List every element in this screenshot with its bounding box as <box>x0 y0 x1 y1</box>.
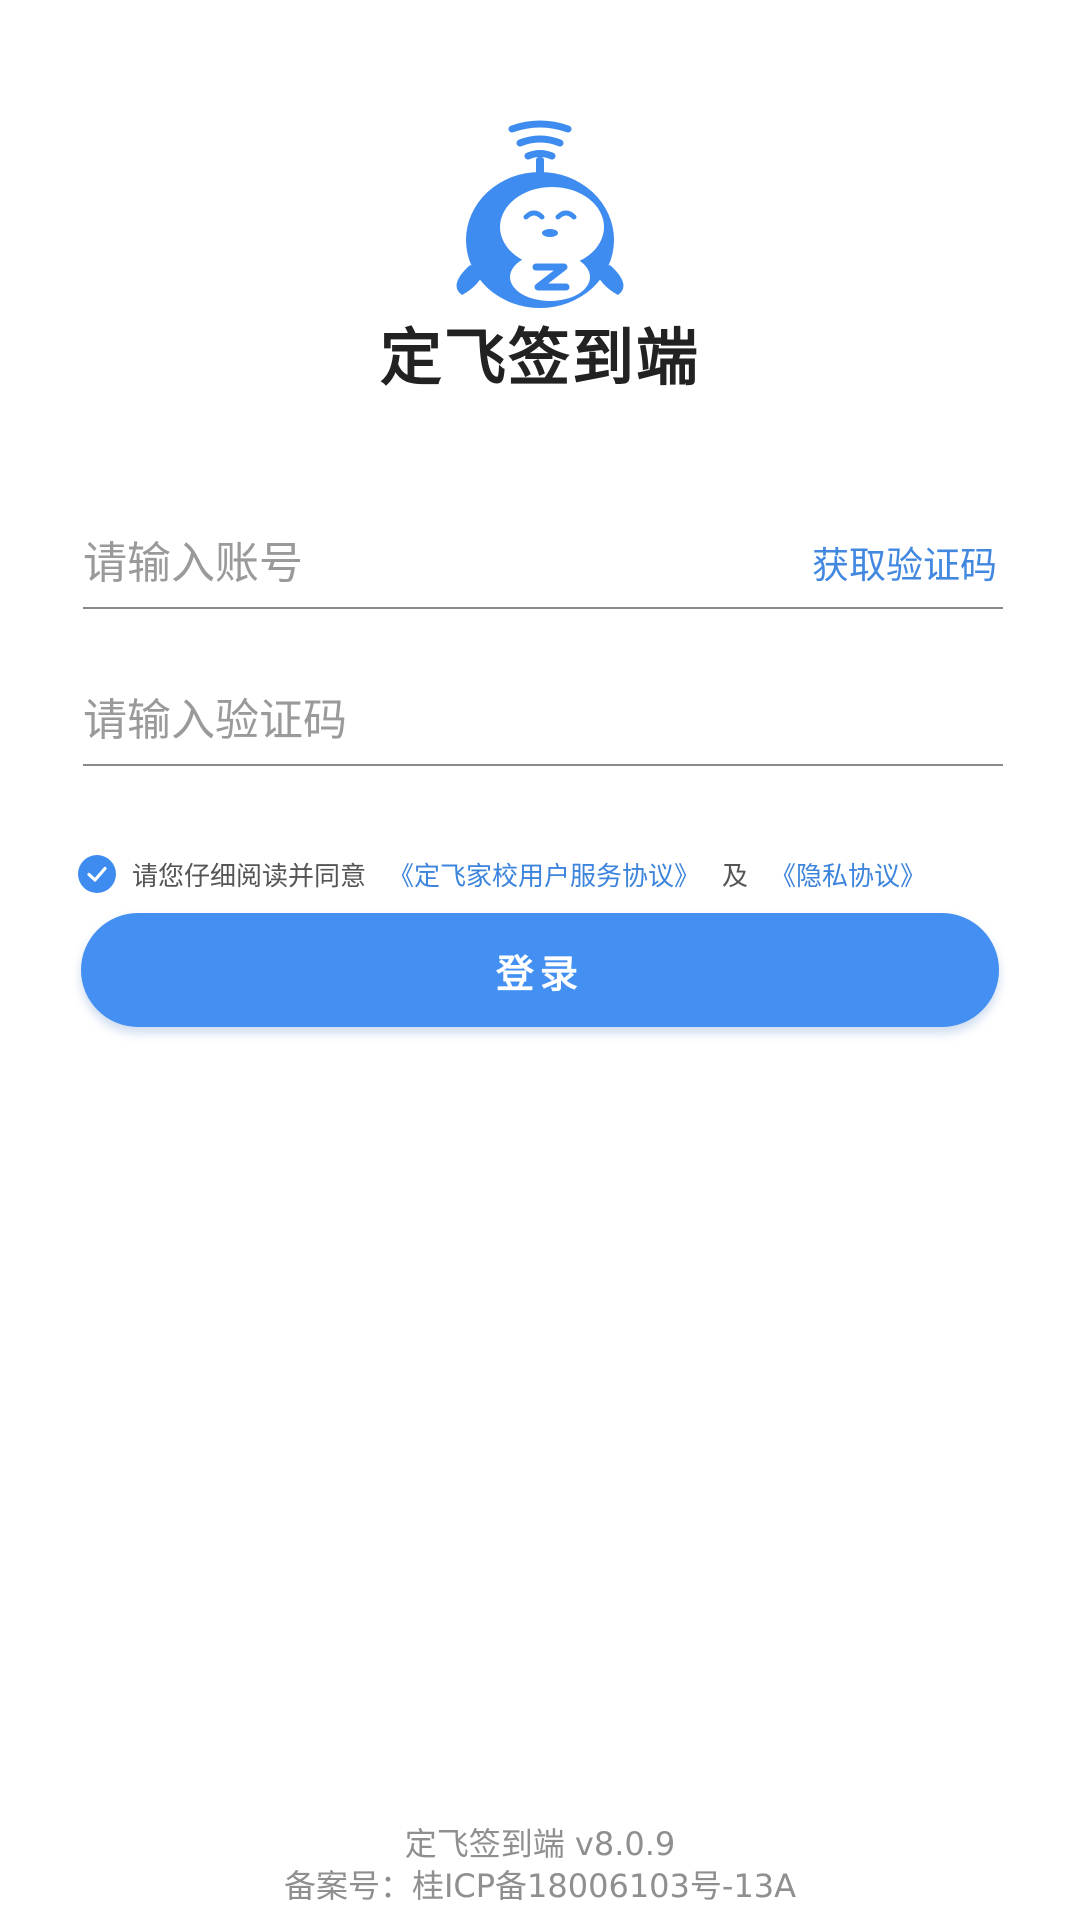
agreement-row: 请您仔细阅读并同意 《定飞家校用户服务协议》 及 《隐私协议》 <box>78 852 926 896</box>
agreement-prefix: 请您仔细阅读并同意 <box>132 861 367 892</box>
privacy-agreement-link[interactable]: 《隐私协议》 <box>770 856 926 893</box>
login-button[interactable]: 登录 <box>81 913 999 1027</box>
app-title: 定飞签到端 <box>379 321 700 394</box>
agreement-checkbox[interactable] <box>78 855 116 893</box>
code-input[interactable] <box>83 685 723 755</box>
app-logo-icon <box>440 115 640 315</box>
user-agreement-link[interactable]: 《定飞家校用户服务协议》 <box>388 856 700 893</box>
account-input[interactable] <box>83 528 723 598</box>
footer-version: 定飞签到端 v8.0.9 <box>404 1825 676 1863</box>
footer-icp: 备案号：桂ICP备18006103号-13A <box>283 1867 797 1905</box>
get-code-button[interactable]: 获取验证码 <box>812 538 997 594</box>
check-icon <box>87 866 107 882</box>
code-field <box>83 667 1003 766</box>
account-field: 获取验证码 <box>83 510 1003 609</box>
agreement-and: 及 <box>722 861 749 892</box>
